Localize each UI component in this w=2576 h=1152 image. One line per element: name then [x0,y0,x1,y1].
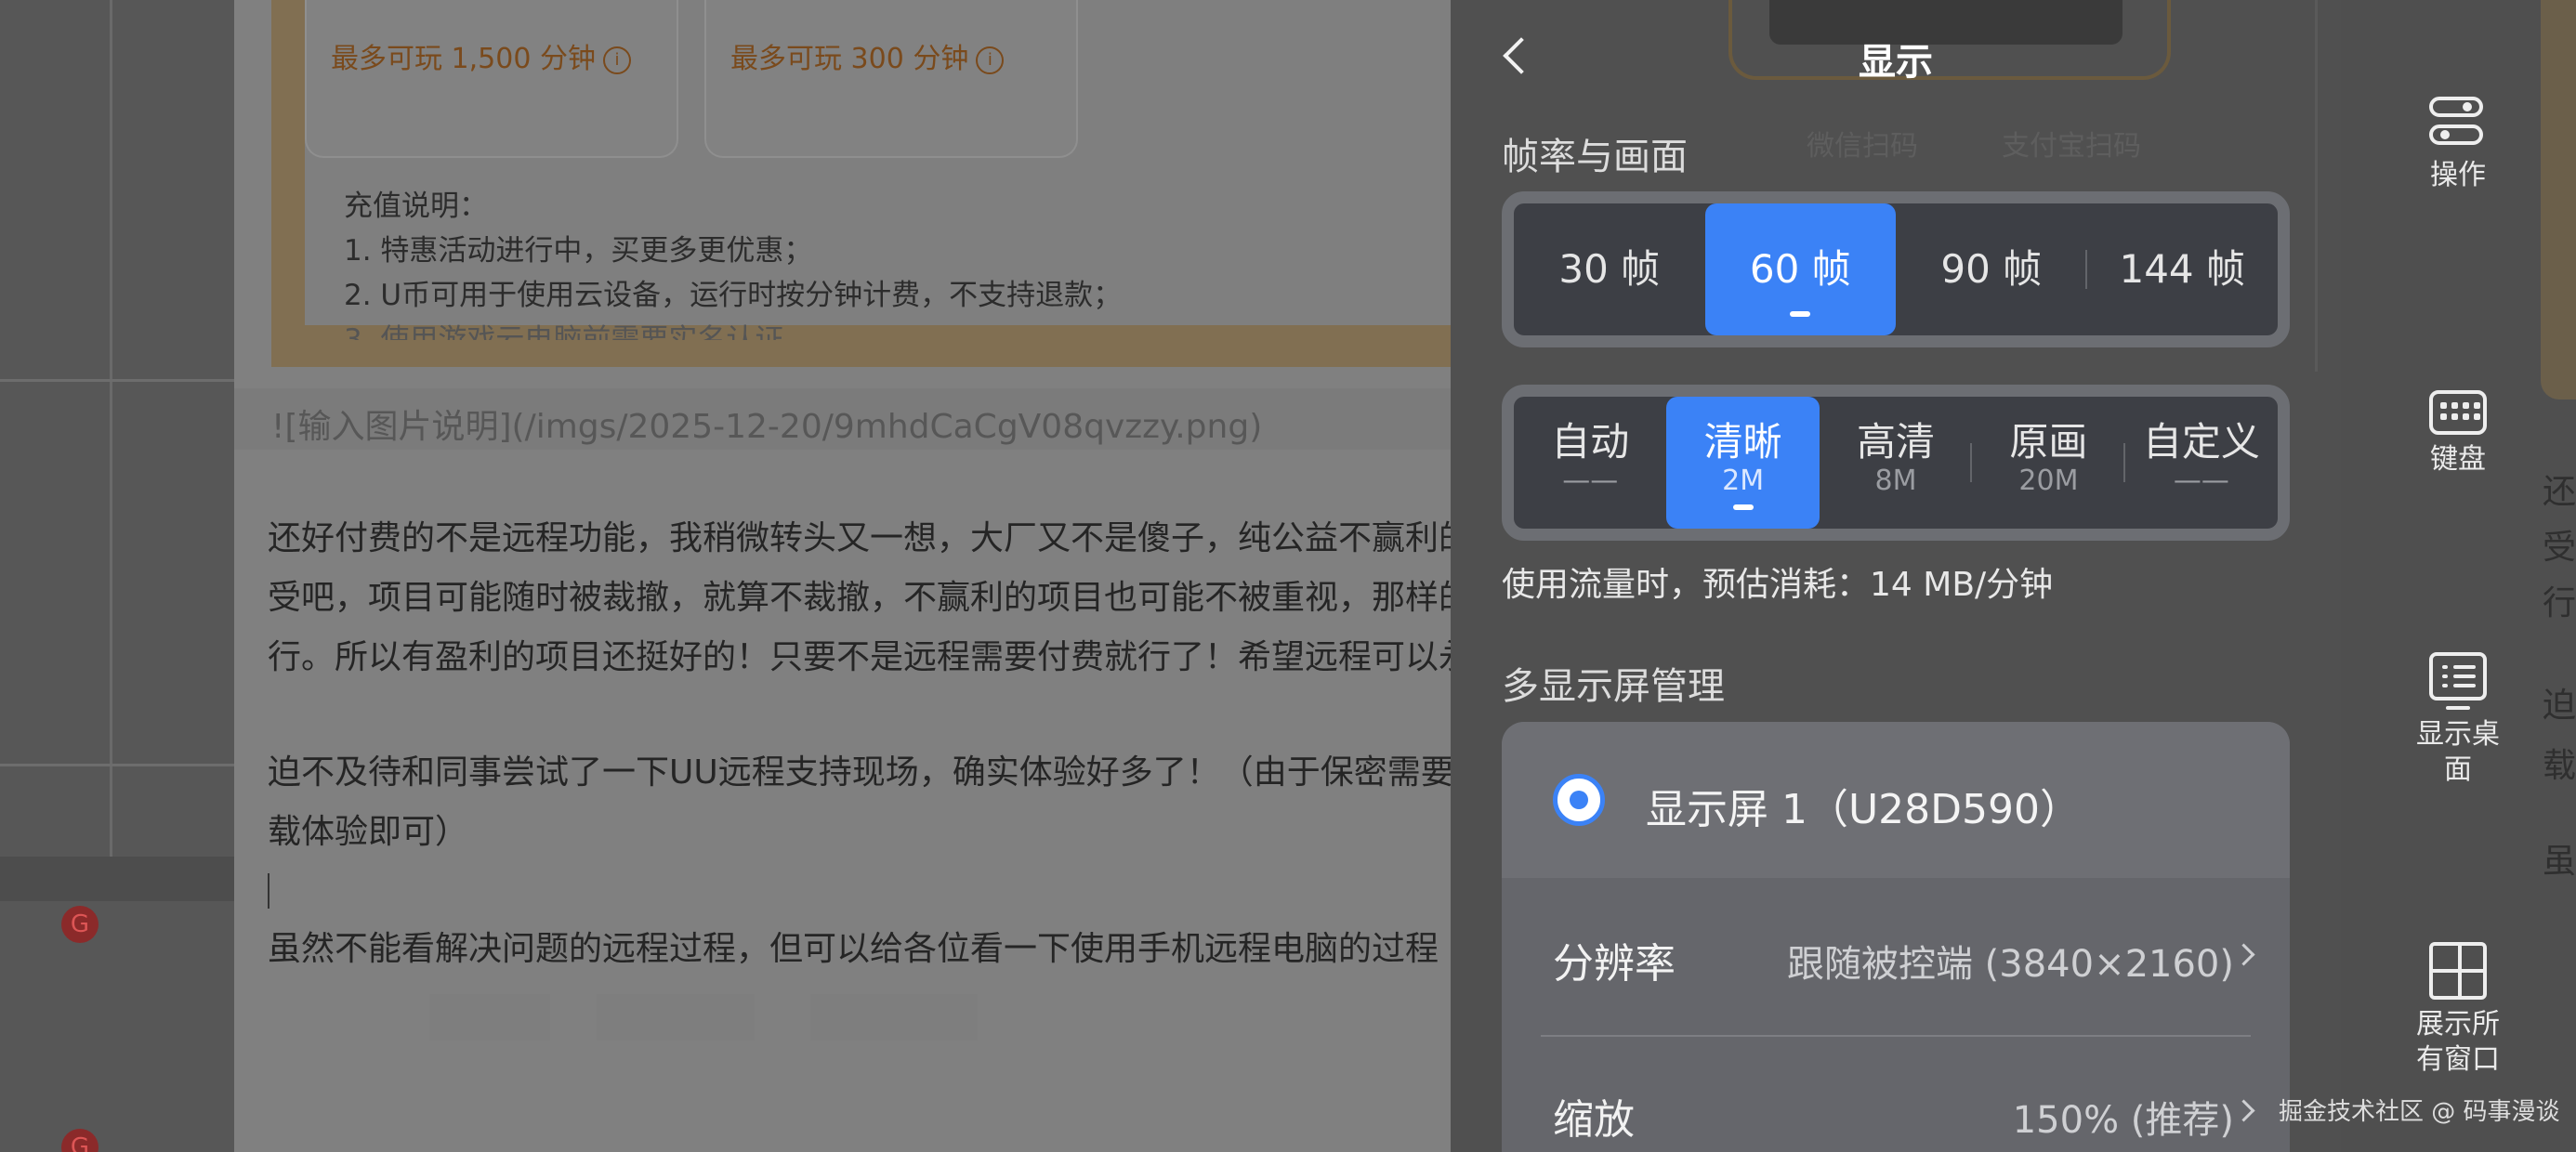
operate-label: 操作 [2430,159,2486,191]
monitor-name: 显示屏 1（U28D590） [1646,786,2082,833]
clipped-text: 受 [2543,529,2576,567]
app-logo-icon: G [61,906,99,943]
quality-option-clear[interactable]: 清晰 2M [1666,397,1820,529]
paragraph-line: 受吧，项目可能随时被裁撤，就算不裁撤，不赢利的项目也可能不被重视，那样的话， [268,579,1451,617]
app-logo-icon: G [61,1129,99,1152]
section-label-multi-display: 多显示屏管理 [1502,665,1725,708]
show-desktop-label: 面 [2444,753,2472,786]
price-card: 最多可玩 300 分钟 i [704,0,1078,158]
recharge-card: 最多可玩 1,500 分钟 i 最多可玩 300 分钟 i 充值说明： 1. 特惠活… [271,0,1451,367]
markdown-editor: 最多可玩 1,500 分钟 i 最多可玩 300 分钟 i 充值说明： 1. 特惠活… [234,0,1451,1152]
quality-option-auto[interactable]: 自动 —— [1514,397,1666,529]
show-windows-label: 有窗口 [2416,1043,2500,1076]
keyboard-button[interactable]: 键盘 [2379,383,2537,478]
paragraph: 迫不及待和同事尝试了一下UU远程支持现场，确实体验好多了！（由于保密需要 载体验… [268,743,1451,862]
clipped-text: 虽 [2543,843,2576,881]
paragraph-line: 虽然不能看解决问题的远程过程，但可以给各位看一下使用手机远程电脑的过程 [268,930,1439,968]
section-label-fps: 帧率与画面 [1502,136,1688,178]
paragraph-line: 行。所以有盈利的项目还挺好的！只要不是远程需要付费就行了！希望远程可以永远免费且… [268,638,1451,676]
fps-option-90[interactable]: 90 帧 [1896,203,2087,335]
show-windows-label: 展示所 [2416,1008,2500,1041]
paragraph-line: 迫不及待和同事尝试了一下UU远程支持现场，确实体验好多了！（由于保密需要 [268,753,1451,792]
fps-option-144[interactable]: 144 帧 [2087,203,2279,335]
recharge-line: 3. 使用游戏云电脑前需要实名认证 [344,323,784,340]
keyboard-icon [2429,390,2487,435]
ghost-label: 支付宝扫码 [2002,130,2141,163]
info-icon: i [602,46,631,74]
fps-option-60[interactable]: 60 帧 [1704,203,1896,335]
info-icon: i [976,46,1005,74]
paragraph: 还好付费的不是远程功能，我稍微转头又一想，大厂又不是傻子，纯公益不赢利的项目， … [268,509,1451,687]
image-markdown-line: ![输入图片说明](/imgs/2025-12-20/9mhdCaCgV08qv… [234,388,1451,450]
show-desktop-button[interactable]: 显示桌 面 [2379,652,2537,788]
quality-selector: 自动 —— 清晰 2M 高清 8M 原画 20M 自定义 —— [1502,385,2290,541]
traffic-estimate: 使用流量时，预估消耗：14 MB/分钟 [1502,566,2054,604]
clipped-text: 行 [2543,584,2576,622]
chevron-right-icon [2230,1092,2267,1129]
show-all-windows-button[interactable]: 展示所 有窗口 [2379,942,2537,1078]
recharge-line: 1. 特惠活动进行中，买更多更优惠； [344,234,813,268]
quality-option-original[interactable]: 原画 20M [1972,397,2125,529]
recharge-line: 2. U币可用于使用云设备，运行时按分钟计费，不支持退款； [344,279,1123,312]
paragraph-line: 还好付费的不是远程功能，我稍微转头又一想，大厂又不是傻子，纯公益不赢利的项目， [268,519,1451,557]
toggle-switches-icon [2429,93,2487,151]
fps-option-30[interactable]: 30 帧 [1514,203,1705,335]
recharge-title: 充值说明： [344,190,488,223]
clipped-text: 还 [2543,473,2576,511]
quality-option-custom[interactable]: 自定义 —— [2125,397,2278,529]
clipped-text: 迫 [2543,687,2576,725]
display-settings-panel: 微信扫码 支付宝扫码 显示 帧率与画面 30 帧 60 帧 90 帧 144 帧… [1451,0,2341,1152]
monitor-card: 显示屏 1（U28D590） 分辨率 跟随被控端 (3840×2160) 缩放 … [1502,722,2290,1152]
remote-desktop-view[interactable]: G G 最多可玩 1,500 分钟 i 最多可玩 300 分钟 i 充值说明： 1.… [0,0,1451,1152]
panel-title: 显示 [1859,41,1933,84]
price-card: 最多可玩 1,500 分钟 i [305,0,678,158]
grid-windows-icon [2429,942,2487,1000]
show-desktop-label: 显示桌 [2416,718,2500,751]
keyboard-label: 键盘 [2430,443,2486,476]
watermark-credit: 掘金技术社区 @ 码事漫谈 [2279,1098,2560,1126]
scale-row[interactable]: 缩放 150% (推荐) [1502,1036,2290,1152]
chevron-right-icon [2230,936,2267,973]
text-cursor [268,873,269,909]
scale-label: 缩放 [1553,1096,1635,1144]
fps-selector: 30 帧 60 帧 90 帧 144 帧 [1502,191,2290,347]
quality-option-hd[interactable]: 高清 8M [1820,397,1973,529]
resolution-row[interactable]: 分辨率 跟随被控端 (3840×2160) [1502,880,2290,1036]
remote-left-pane: G G [0,0,234,1152]
operate-button[interactable]: 操作 [2379,93,2537,193]
monitor-option-1[interactable]: 显示屏 1（U28D590） [1502,722,2290,878]
recharge-notes: 充值说明： 1. 特惠活动进行中，买更多更优惠； 2. U币可用于使用云设备，运… [344,184,1122,340]
price-note: 最多可玩 1,500 分钟 [331,43,596,75]
resolution-value: 跟随被控端 (3840×2160) [1786,943,2234,986]
radio-selected-icon[interactable] [1553,774,1605,826]
clipped-text: 载 [2543,747,2576,785]
monitor-icon [2429,652,2487,710]
image-markdown-text: ![输入图片说明](/imgs/2025-12-20/9mhdCaCgV08qv… [271,408,1263,446]
resolution-label: 分辨率 [1553,940,1676,988]
paragraph-line: 载体验即可） [268,813,469,851]
scale-value: 150% (推荐) [2012,1099,2234,1142]
paragraph: 虽然不能看解决问题的远程过程，但可以给各位看一下使用手机远程电脑的过程 [268,920,1439,979]
ghost-label: 微信扫码 [1807,130,1918,163]
price-note: 最多可玩 300 分钟 [730,43,969,75]
